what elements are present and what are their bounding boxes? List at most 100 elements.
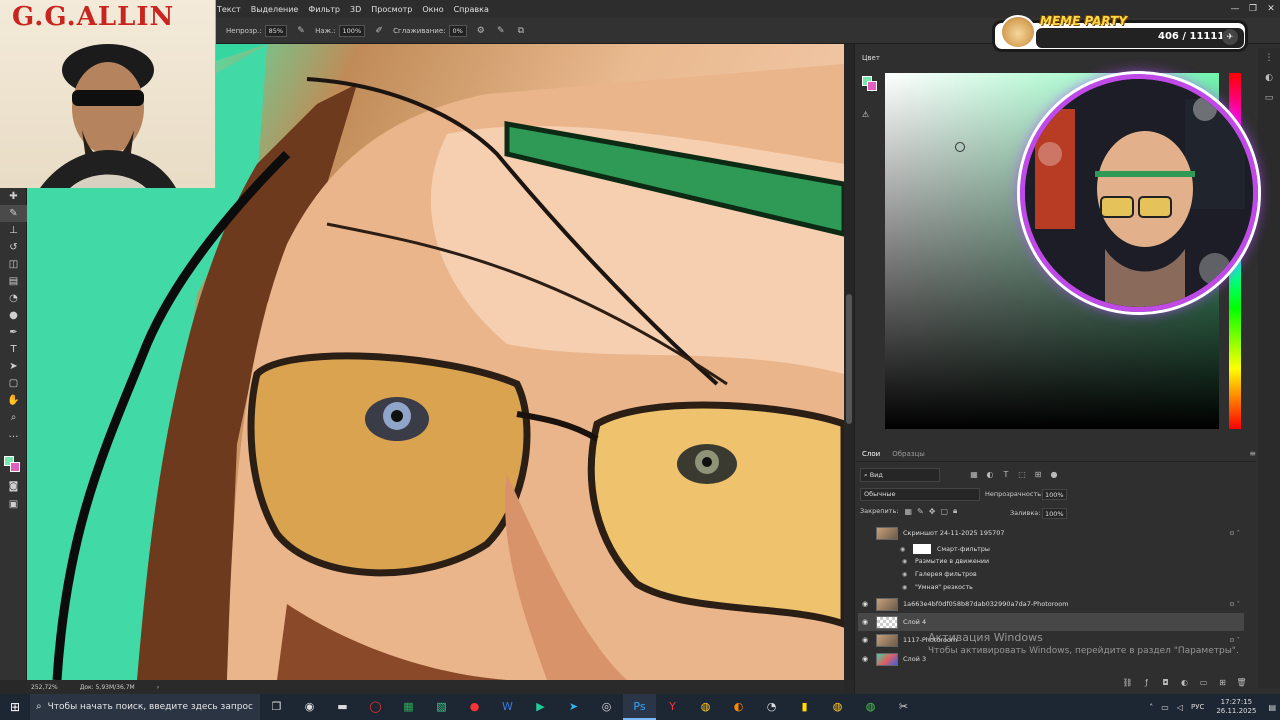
notifications-icon[interactable]: ▤ [1268, 703, 1276, 712]
brush-icon[interactable]: ✎ [0, 205, 27, 222]
sheets-icon[interactable]: ▧ [425, 694, 458, 720]
close-button[interactable]: ✕ [1262, 0, 1280, 18]
quick-mask-icon[interactable]: ◙ [0, 478, 27, 495]
firefox-icon[interactable]: ◐ [722, 694, 755, 720]
layer-row-selected[interactable]: ◉ Слой 4 [858, 613, 1244, 631]
adjustments-icon[interactable]: ◐ [1258, 68, 1280, 88]
path-select-icon[interactable]: ➤ [0, 358, 27, 375]
language-indicator[interactable]: РУС [1191, 703, 1204, 711]
visibility-icon[interactable]: ◉ [858, 600, 872, 608]
lock-all-icon[interactable]: 🔒︎ [953, 506, 957, 516]
edge-icon[interactable]: ◉ [293, 694, 326, 720]
properties-icon[interactable]: ⋮ [1258, 48, 1280, 68]
chrome-icon[interactable]: ◍ [689, 694, 722, 720]
filter-pixel-icon[interactable]: ▦ [966, 468, 982, 482]
visibility-icon[interactable]: ◉ [902, 584, 912, 591]
telegram-icon[interactable]: ➤ [557, 694, 590, 720]
network-icon[interactable]: ▭ [1161, 703, 1169, 712]
blur-icon[interactable]: ◔ [0, 290, 27, 307]
tab-layers[interactable]: Слои [856, 450, 886, 458]
layer-name[interactable]: Скриншот 24-11-2025 195707 [903, 529, 1005, 537]
layer-row[interactable]: Скриншот 24-11-2025 195707 ⊙ ˄ [858, 524, 1244, 542]
obs-icon[interactable]: ◎ [590, 694, 623, 720]
visibility-icon[interactable]: ◉ [902, 558, 912, 565]
smart-filters-row[interactable]: ◉ Смарт-фильтры [900, 544, 990, 554]
layer-name[interactable]: Слой 3 [903, 655, 926, 663]
zoom-level[interactable]: 252,72% [31, 684, 58, 691]
group-icon[interactable]: ▭ [1194, 678, 1213, 687]
excel-icon[interactable]: ▦ [392, 694, 425, 720]
stamp-icon[interactable]: ⊥ [0, 222, 27, 239]
new-layer-icon[interactable]: ⊞ [1213, 678, 1232, 687]
capcut-icon[interactable]: ✂ [887, 694, 920, 720]
visibility-icon[interactable]: ◉ [858, 636, 872, 644]
opera-icon[interactable]: ◯ [359, 694, 392, 720]
menu-help[interactable]: Справка [449, 5, 494, 14]
visibility-icon[interactable]: ◉ [858, 618, 872, 626]
layer-name[interactable]: Слой 4 [903, 618, 926, 626]
fx-icon[interactable]: ƒ [1137, 678, 1156, 687]
blend-mode-select[interactable]: Обычные [860, 488, 980, 501]
menu-view[interactable]: Просмотр [366, 5, 417, 14]
dodge-icon[interactable]: ● [0, 307, 27, 324]
filter-shape-icon[interactable]: ⬚ [1014, 468, 1030, 482]
chrome-3-icon[interactable]: ◍ [854, 694, 887, 720]
smoothing-input[interactable]: 0% [448, 24, 467, 37]
filter-item[interactable]: ◉ Размытие в движении [902, 558, 989, 565]
yandex-icon[interactable]: Y [656, 694, 689, 720]
mask-icon[interactable]: ◘ [1156, 678, 1175, 687]
gradient-icon[interactable]: ▤ [0, 273, 27, 290]
pressure-opacity-icon[interactable]: ✎ [295, 25, 307, 37]
filter-toggle-icon[interactable]: ● [1046, 468, 1062, 482]
play-icon[interactable]: ▶ [524, 694, 557, 720]
menu-select[interactable]: Выделение [246, 5, 304, 14]
opera-red-icon[interactable]: ● [458, 694, 491, 720]
background-color[interactable] [10, 462, 20, 472]
minimize-button[interactable]: — [1226, 0, 1244, 18]
volume-icon[interactable]: ◁ [1177, 703, 1183, 712]
tab-swatches[interactable]: Образцы [886, 450, 931, 458]
fill-input[interactable]: 100% [1042, 508, 1067, 519]
menu-3d[interactable]: 3D [345, 5, 366, 14]
layer-filter-select[interactable]: ⌕ Вид [860, 468, 940, 482]
layer-row[interactable]: ◉ 1a663e4bf0df058b87dab032990a7da7-Photo… [858, 595, 1244, 613]
screen-mode-icon[interactable]: ▣ [0, 496, 27, 513]
chrome-2-icon[interactable]: ◍ [821, 694, 854, 720]
lock-pixels-icon[interactable]: ▦ [904, 507, 912, 516]
adjustment-layer-icon[interactable]: ◐ [1175, 678, 1194, 687]
link-icon[interactable]: ⛓ [1118, 678, 1137, 687]
visibility-icon[interactable]: ◉ [900, 546, 910, 553]
filter-smart-icon[interactable]: ⊞ [1030, 468, 1046, 482]
text-tool-icon[interactable]: T [0, 341, 27, 358]
color-picker-cursor[interactable] [955, 142, 965, 152]
menu-window[interactable]: Окно [417, 5, 448, 14]
healing-icon[interactable]: ✚ [0, 188, 27, 205]
filter-adjust-icon[interactable]: ◐ [982, 468, 998, 482]
visibility-icon[interactable]: ◉ [902, 571, 912, 578]
maximize-button[interactable]: ❐ [1244, 0, 1262, 18]
eraser-icon[interactable]: ◫ [0, 256, 27, 273]
hand-icon[interactable]: ✋ [0, 392, 27, 409]
filter-item[interactable]: ◉ Галерея фильтров [902, 571, 977, 578]
pressure-input[interactable]: 100% [338, 24, 366, 37]
layer-name[interactable]: 1a663e4bf0df058b87dab032990a7da7-Photoro… [903, 600, 1069, 608]
airbrush-icon[interactable]: ✐ [373, 25, 385, 37]
lock-move-icon[interactable]: ✥ [929, 507, 936, 516]
filter-item[interactable]: ◉ "Умная" резкость [902, 584, 973, 591]
scroll-thumb[interactable] [846, 294, 852, 424]
filter-text-icon[interactable]: T [998, 468, 1014, 482]
visibility-icon[interactable]: ◉ [858, 655, 872, 663]
app-yellow-icon[interactable]: ▮ [788, 694, 821, 720]
shape-icon[interactable]: ▢ [0, 375, 27, 392]
libraries-icon[interactable]: ▭ [1258, 88, 1280, 108]
trash-icon[interactable]: 🗑︎ [1232, 678, 1251, 687]
symmetry-icon[interactable]: ⧉ [515, 25, 527, 37]
panel-menu-icon[interactable]: ≡ [1249, 449, 1256, 458]
explorer-icon[interactable]: ▬ [326, 694, 359, 720]
lock-paint-icon[interactable]: ✎ [917, 507, 924, 516]
canvas-vertical-scrollbar[interactable] [844, 44, 854, 680]
menu-text[interactable]: Текст [212, 5, 246, 14]
pressure-size-icon[interactable]: ✎ [495, 25, 507, 37]
word-icon[interactable]: W [491, 694, 524, 720]
layer-opacity-input[interactable]: 100% [1042, 489, 1067, 500]
